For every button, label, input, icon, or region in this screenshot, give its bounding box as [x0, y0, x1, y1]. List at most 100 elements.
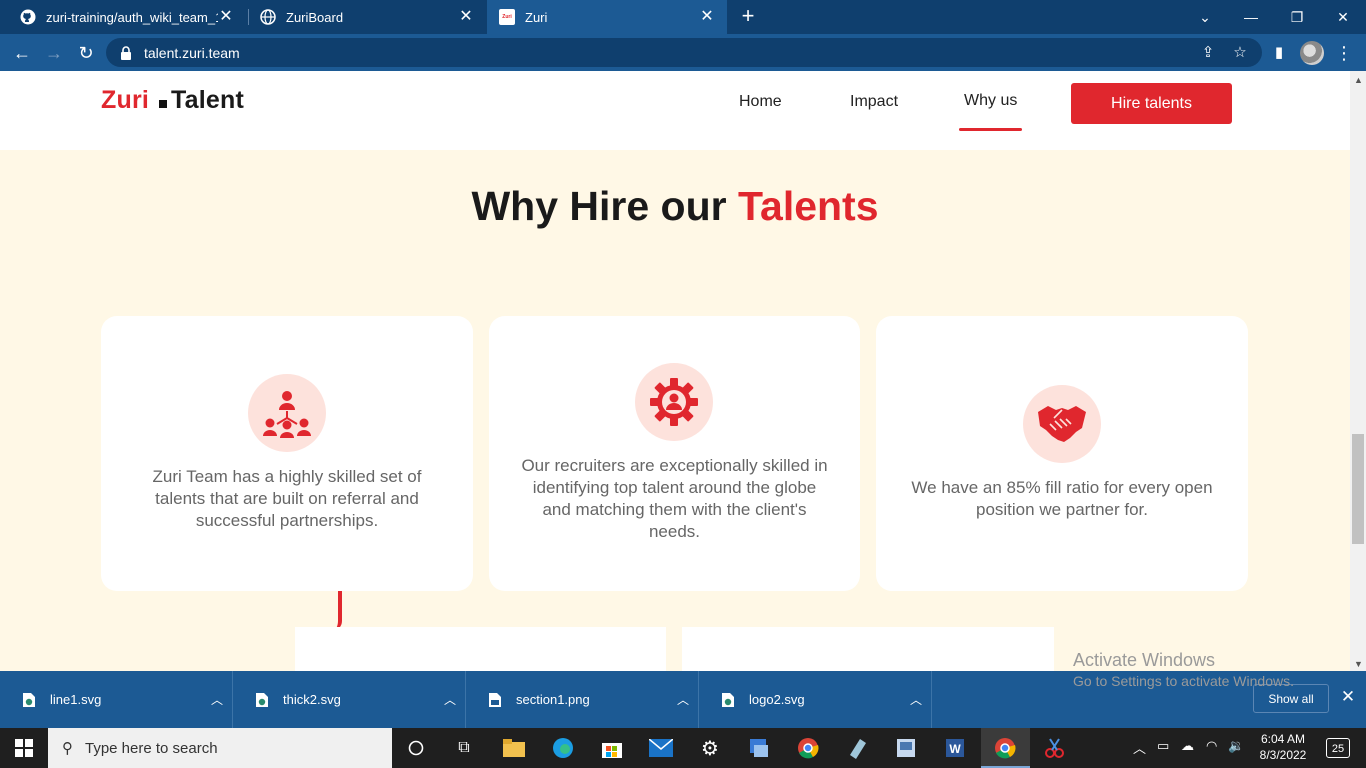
- forward-arrow-icon[interactable]: →: [41, 40, 67, 66]
- tab-github[interactable]: zuri-training/auth_wiki_team_1_p ✕: [8, 0, 246, 34]
- share-icon[interactable]: ⇪: [1196, 40, 1220, 64]
- search-icon: ⚲: [62, 740, 73, 757]
- tab-zuri[interactable]: Zuri Zuri ✕: [487, 0, 727, 34]
- page-scrollbar[interactable]: ▲ ▼: [1350, 71, 1366, 671]
- settings-gear-icon[interactable]: ⚙: [696, 734, 724, 762]
- snipping-tool-icon[interactable]: [1040, 734, 1068, 762]
- taskbar-search-box[interactable]: ⚲ Type here to search: [48, 728, 392, 768]
- chevron-up-icon[interactable]: ︿: [435, 691, 465, 708]
- back-arrow-icon[interactable]: ←: [9, 40, 35, 66]
- nav-why-us[interactable]: Why us: [958, 92, 1023, 131]
- app-icon[interactable]: [843, 734, 871, 762]
- control-panel-icon[interactable]: [745, 734, 773, 762]
- github-icon: [20, 9, 36, 25]
- close-window-button[interactable]: ✕: [1320, 0, 1366, 34]
- feature-card-text: We have an 85% fill ratio for every open…: [911, 478, 1213, 519]
- image-file-icon: [488, 692, 502, 708]
- bookmark-star-icon[interactable]: ☆: [1228, 40, 1252, 64]
- scrollbar-thumb[interactable]: [1352, 434, 1364, 544]
- chrome-icon[interactable]: [794, 734, 822, 762]
- photos-app-icon[interactable]: [892, 734, 920, 762]
- task-view-icon[interactable]: ⧉: [450, 734, 478, 762]
- decorative-connector-line: [330, 591, 342, 631]
- windows-start-icon[interactable]: [0, 728, 48, 768]
- reload-icon[interactable]: ↻: [73, 40, 99, 66]
- download-filename: thick2.svg: [283, 692, 341, 707]
- logo-zuri-text: Zuri: [101, 86, 150, 114]
- hire-talents-button[interactable]: Hire talents: [1071, 83, 1232, 124]
- logo-talent-text: Talent: [171, 86, 244, 114]
- nav-home[interactable]: Home: [739, 93, 782, 111]
- feature-card-fill-ratio: We have an 85% fill ratio for every open…: [876, 316, 1248, 591]
- menu-kebab-icon[interactable]: ⋮: [1334, 41, 1354, 65]
- notification-center-badge[interactable]: 25: [1326, 738, 1350, 758]
- activate-windows-watermark: Activate Windows Go to Settings to activ…: [1073, 650, 1294, 689]
- minimize-button[interactable]: —: [1228, 0, 1274, 34]
- gear-person-icon: [635, 363, 713, 441]
- download-filename: line1.svg: [50, 692, 102, 707]
- globe-icon: [260, 9, 276, 25]
- section-title-main: Why Hire our: [471, 183, 727, 229]
- next-card-partial: [682, 627, 1054, 671]
- battery-icon[interactable]: ▭: [1157, 738, 1169, 754]
- browser-tab-strip: zuri-training/auth_wiki_team_1_p ✕ ZuriB…: [0, 0, 1366, 34]
- download-item[interactable]: section1.png ︿: [466, 671, 699, 728]
- browser-toolbar: ← → ↻ talent.zuri.team ⇪ ☆ ▮ ⋮: [0, 34, 1366, 71]
- profile-avatar[interactable]: [1300, 41, 1324, 65]
- clock-date: 8/3/2022: [1259, 748, 1307, 762]
- tab-zuriboard[interactable]: ZuriBoard ✕: [248, 0, 486, 34]
- watermark-title: Activate Windows: [1073, 650, 1216, 670]
- close-downloads-icon[interactable]: ✕: [1338, 687, 1358, 711]
- nav-impact[interactable]: Impact: [850, 93, 898, 111]
- tab-title: zuri-training/auth_wiki_team_1_p: [46, 9, 218, 25]
- side-panel-icon[interactable]: ▮: [1267, 40, 1291, 64]
- section-title-highlight: Talents: [738, 183, 879, 229]
- chevron-up-icon[interactable]: ︿: [202, 691, 232, 708]
- zuri-favicon-icon: Zuri: [499, 9, 515, 25]
- site-header: Zuri Talent Home Impact Why us Hire talen…: [0, 71, 1350, 150]
- close-tab-icon[interactable]: ✕: [458, 9, 474, 25]
- lock-icon[interactable]: [120, 45, 132, 60]
- onedrive-icon[interactable]: ☁: [1181, 738, 1194, 754]
- download-item[interactable]: thick2.svg ︿: [233, 671, 466, 728]
- scroll-up-arrow-icon[interactable]: ▲: [1354, 75, 1363, 85]
- show-hidden-icons-chevron-icon[interactable]: ︿: [1133, 738, 1146, 757]
- edge-file-icon: [721, 692, 735, 708]
- search-placeholder: Type here to search: [85, 739, 218, 757]
- microsoft-store-icon[interactable]: [598, 734, 626, 762]
- restore-button[interactable]: ❐: [1274, 0, 1320, 34]
- feature-card-recruiters: Our recruiters are exceptionally skilled…: [489, 316, 860, 591]
- file-explorer-icon[interactable]: [500, 734, 528, 762]
- download-item[interactable]: logo2.svg ︿: [699, 671, 932, 728]
- close-tab-icon[interactable]: ✕: [699, 9, 715, 25]
- scroll-down-arrow-icon[interactable]: ▼: [1354, 659, 1363, 669]
- edge-browser-icon[interactable]: [549, 734, 577, 762]
- download-item[interactable]: line1.svg ︿: [0, 671, 233, 728]
- handshake-icon: [1023, 385, 1101, 463]
- system-clock[interactable]: 6:04 AM 8/3/2022: [1253, 731, 1313, 763]
- tab-search-chevron-icon[interactable]: ⌄: [1182, 0, 1228, 34]
- new-tab-button[interactable]: +: [736, 5, 760, 29]
- zuri-talent-logo[interactable]: Zuri Talent: [101, 86, 244, 115]
- next-card-partial: [295, 627, 666, 671]
- clock-time: 6:04 AM: [1260, 732, 1306, 746]
- cortana-circle-icon[interactable]: [402, 734, 430, 762]
- url-text: talent.zuri.team: [144, 44, 240, 61]
- section-title: Why Hire our Talents: [0, 183, 1350, 230]
- feature-card-team: Zuri Team has a highly skilled set of ta…: [101, 316, 473, 591]
- chevron-up-icon[interactable]: ︿: [668, 691, 698, 708]
- edge-file-icon: [22, 692, 36, 708]
- mail-icon[interactable]: [647, 734, 675, 762]
- chevron-up-icon[interactable]: ︿: [901, 691, 931, 708]
- svg-text:W: W: [949, 742, 961, 756]
- wifi-icon[interactable]: ◠: [1206, 738, 1217, 754]
- logo-dot: [159, 100, 168, 108]
- feature-card-text: Zuri Team has a highly skilled set of ta…: [152, 467, 422, 530]
- address-bar[interactable]: talent.zuri.team: [106, 38, 1262, 67]
- close-tab-icon[interactable]: ✕: [218, 9, 234, 25]
- edge-file-icon: [255, 692, 269, 708]
- volume-icon[interactable]: 🔉: [1228, 738, 1244, 754]
- chrome-active-icon[interactable]: [991, 734, 1019, 762]
- word-icon[interactable]: W: [941, 734, 969, 762]
- tab-title: ZuriBoard: [286, 9, 344, 25]
